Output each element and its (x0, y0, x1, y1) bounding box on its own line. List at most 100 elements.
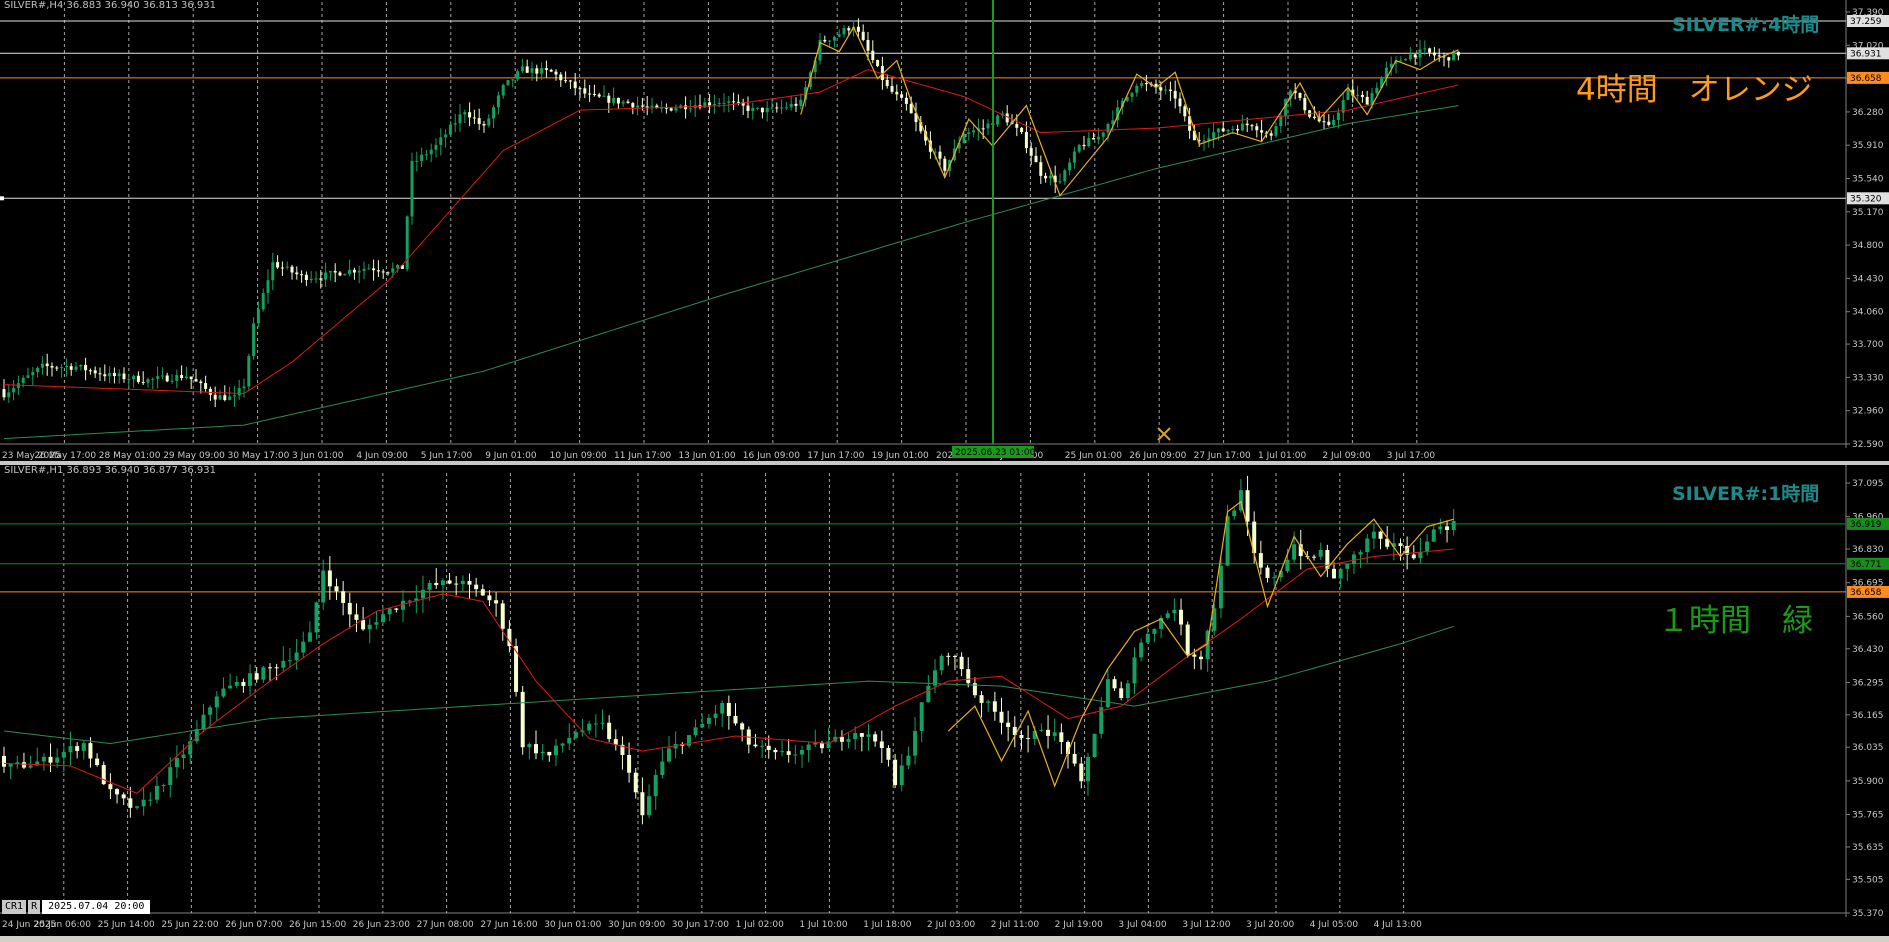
fast-moving-average-line (3, 69, 1459, 395)
time-tick-label: 27 Jun 08:00 (417, 920, 474, 930)
candle-body (1398, 543, 1403, 547)
candle-body (434, 144, 438, 150)
candle-body (301, 641, 306, 653)
candle-body (1052, 732, 1057, 736)
time-tick-label: 26 Jun 23:00 (353, 920, 410, 930)
candle-body (154, 785, 159, 800)
candle-body (1358, 552, 1363, 555)
candle-body (1452, 51, 1456, 61)
candle-body (640, 792, 645, 816)
candle-body (688, 108, 692, 110)
candle-body (55, 367, 59, 369)
candle-body (487, 595, 492, 601)
candle-body (1375, 87, 1379, 94)
candle-body (706, 717, 711, 724)
candle-body (751, 107, 755, 112)
candle-body (1159, 87, 1163, 91)
candle-body (1077, 144, 1081, 152)
candle-body (1445, 526, 1450, 530)
time-tick-label: 4 Jul 13:00 (1374, 920, 1423, 930)
candle-body (553, 745, 558, 756)
status-box: CR1 R 2025.07.04 20:00 (2, 900, 151, 914)
candle-body (861, 31, 865, 40)
candle-body (354, 614, 359, 620)
candle-body (132, 375, 136, 380)
candle-body (1356, 94, 1360, 96)
candle-body (12, 388, 16, 393)
candle-body (148, 799, 153, 801)
candle-body (1072, 151, 1076, 163)
line-anchor-marker (0, 196, 4, 201)
candle-body (1336, 112, 1340, 120)
candle-body (314, 602, 319, 633)
time-tick-label: 11 Jun 17:00 (614, 451, 671, 461)
candle-body (612, 97, 616, 103)
candle-body (626, 101, 630, 104)
candle-body (876, 60, 880, 67)
candle-body (394, 608, 399, 610)
candle-body (746, 105, 750, 112)
slow-moving-average-line (3, 105, 1459, 440)
candle-body (647, 796, 652, 816)
candle-body (607, 722, 612, 740)
candle-body (2, 389, 6, 398)
candle-body (1411, 554, 1416, 559)
time-tick-label: 3 Jul 17:00 (1387, 451, 1436, 461)
candle-body (919, 702, 924, 731)
candle-body (500, 603, 505, 629)
candle-body (926, 685, 931, 703)
candle-body (972, 130, 976, 133)
candle-body (271, 262, 275, 281)
candle-body (1085, 756, 1090, 782)
candle-body (352, 269, 356, 273)
h1-chart-pane[interactable]: 24 Jun 2025 25 Jun 06:00 25 Jun 14:00 25 Ju… (0, 465, 1889, 936)
candle-body (361, 619, 366, 630)
candle-body (103, 374, 107, 377)
candle-body (506, 80, 510, 85)
candle-body (135, 806, 139, 808)
candle-body (93, 370, 97, 374)
candle-body (247, 356, 251, 387)
candle-body (21, 762, 26, 768)
candle-body (856, 26, 860, 32)
candle-body (1106, 124, 1110, 133)
candle-body (1232, 510, 1237, 517)
candle-body (1125, 683, 1130, 698)
candle-body (472, 117, 476, 119)
h4-chart-pane[interactable]: 23 May 2025 26 May 17:00 28 May 01:00 29 Ma… (0, 0, 1889, 461)
candle-body (946, 655, 951, 657)
candle-body (115, 789, 120, 795)
cr-label[interactable]: CR1 (2, 900, 27, 914)
r-label[interactable]: R (28, 900, 41, 914)
candle-body (1063, 170, 1067, 182)
candle-body (146, 379, 150, 383)
candle-body (50, 366, 54, 368)
candle-body (1202, 140, 1206, 142)
candle-body (295, 272, 299, 275)
candle-body (793, 754, 798, 756)
candle-body (853, 732, 858, 740)
candle-body (467, 580, 472, 585)
price-line-tag-label: 36.771 (1850, 560, 1882, 570)
candle-body (95, 758, 100, 766)
candle-body (784, 107, 788, 109)
candle-body (75, 746, 80, 751)
candle-body (717, 102, 721, 105)
candle-body (1365, 538, 1370, 553)
candle-body (314, 278, 318, 280)
candle-body (1431, 529, 1436, 542)
candle-body (1185, 624, 1190, 655)
candle-body (766, 745, 771, 750)
candle-body (396, 264, 400, 269)
candle-body (64, 366, 68, 368)
price-tick-label: 35.505 (1852, 875, 1884, 885)
candle-body (338, 272, 342, 276)
candle-body (492, 107, 496, 119)
candle-body (560, 743, 565, 746)
candle-body (343, 274, 347, 276)
candle-body (1399, 60, 1403, 62)
h1-chart-svg[interactable]: 24 Jun 202525 Jun 06:00 25 Jun 14:00 25 Ju… (0, 465, 1889, 936)
candle-body (36, 367, 40, 373)
candle-body (962, 133, 966, 143)
candle-body (1371, 531, 1376, 539)
